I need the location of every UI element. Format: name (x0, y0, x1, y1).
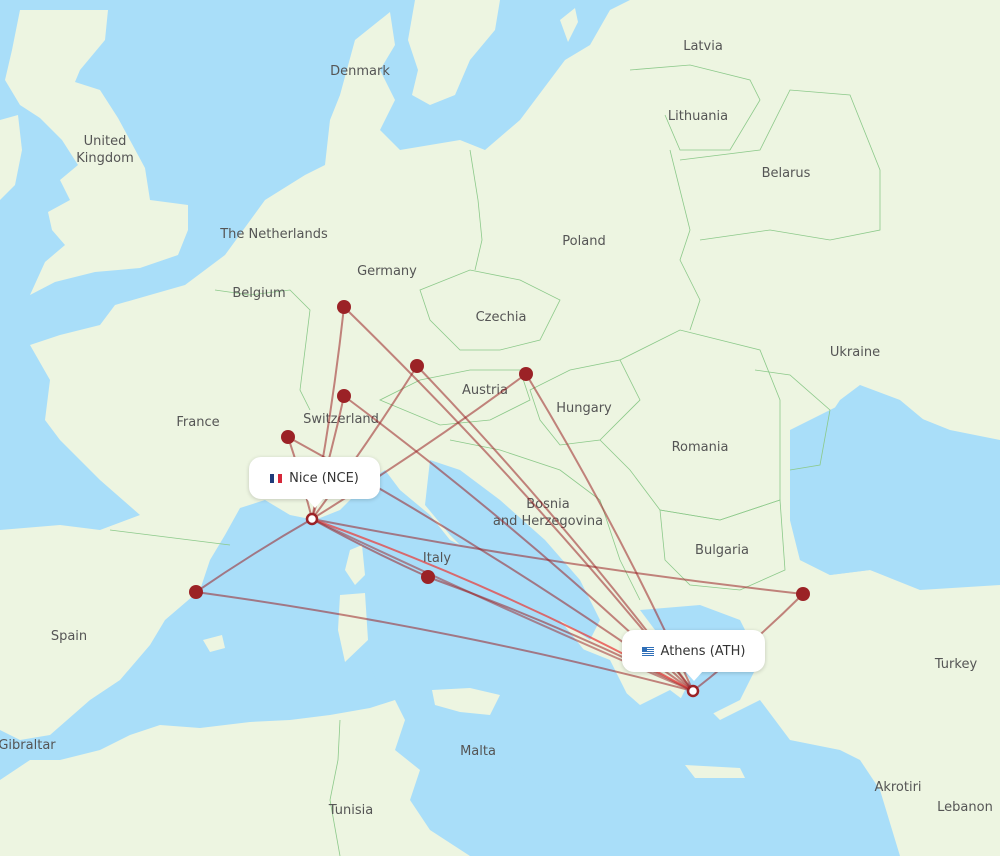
country-label-malta: Malta (460, 744, 496, 759)
destination-airport-marker[interactable] (686, 684, 700, 698)
country-label-lebanon: Lebanon (937, 800, 993, 815)
country-label-turkey: Turkey (934, 657, 978, 672)
country-label-poland: Poland (562, 234, 605, 249)
destination-airport-label: Athens (ATH) (660, 643, 746, 659)
airport-marker-vienna[interactable] (519, 367, 533, 381)
country-label-ukraine: Ukraine (830, 345, 880, 360)
country-label-tunisia: Tunisia (328, 803, 373, 818)
country-label-the-netherlands: The Netherlands (219, 227, 328, 242)
airport-marker-istanbul[interactable] (796, 587, 810, 601)
country-label-gibraltar: Gibraltar (0, 738, 56, 753)
greece-flag-icon (641, 646, 654, 656)
map-canvas[interactable]: Latvia Denmark Lithuania United Kingdom Belar… (0, 0, 1000, 856)
airport-marker-barcelona[interactable] (189, 585, 203, 599)
destination-callout[interactable]: Athens (ATH) (622, 630, 765, 681)
country-label-belarus: Belarus (762, 166, 811, 181)
origin-airport-marker[interactable] (305, 512, 319, 526)
country-label-latvia: Latvia (683, 39, 723, 54)
country-label-czechia: Czechia (476, 310, 527, 325)
country-label-austria: Austria (462, 383, 508, 398)
country-label-denmark: Denmark (330, 64, 390, 79)
origin-callout[interactable]: Nice (NCE) (249, 457, 380, 508)
airport-marker-geneva[interactable] (281, 430, 295, 444)
airport-marker-frankfurt[interactable] (337, 300, 351, 314)
country-label-germany: Germany (357, 264, 417, 279)
airport-marker-rome[interactable] (421, 570, 435, 584)
country-label-united-kingdom-1: United (84, 134, 127, 149)
country-label-hungary: Hungary (556, 401, 612, 416)
country-label-romania: Romania (672, 440, 729, 455)
france-flag-icon (270, 473, 283, 483)
country-label-spain: Spain (51, 629, 87, 644)
origin-airport-label: Nice (NCE) (289, 470, 359, 486)
country-label-lithuania: Lithuania (668, 109, 728, 124)
airport-marker-zurich[interactable] (337, 389, 351, 403)
country-label-bulgaria: Bulgaria (695, 543, 749, 558)
country-label-belgium: Belgium (232, 286, 285, 301)
country-label-france: France (176, 415, 219, 430)
route-map[interactable]: Latvia Denmark Lithuania United Kingdom Belar… (0, 0, 1000, 856)
country-label-akrotiri: Akrotiri (874, 780, 921, 795)
country-label-united-kingdom-2: Kingdom (76, 151, 134, 166)
airport-marker-munich[interactable] (410, 359, 424, 373)
